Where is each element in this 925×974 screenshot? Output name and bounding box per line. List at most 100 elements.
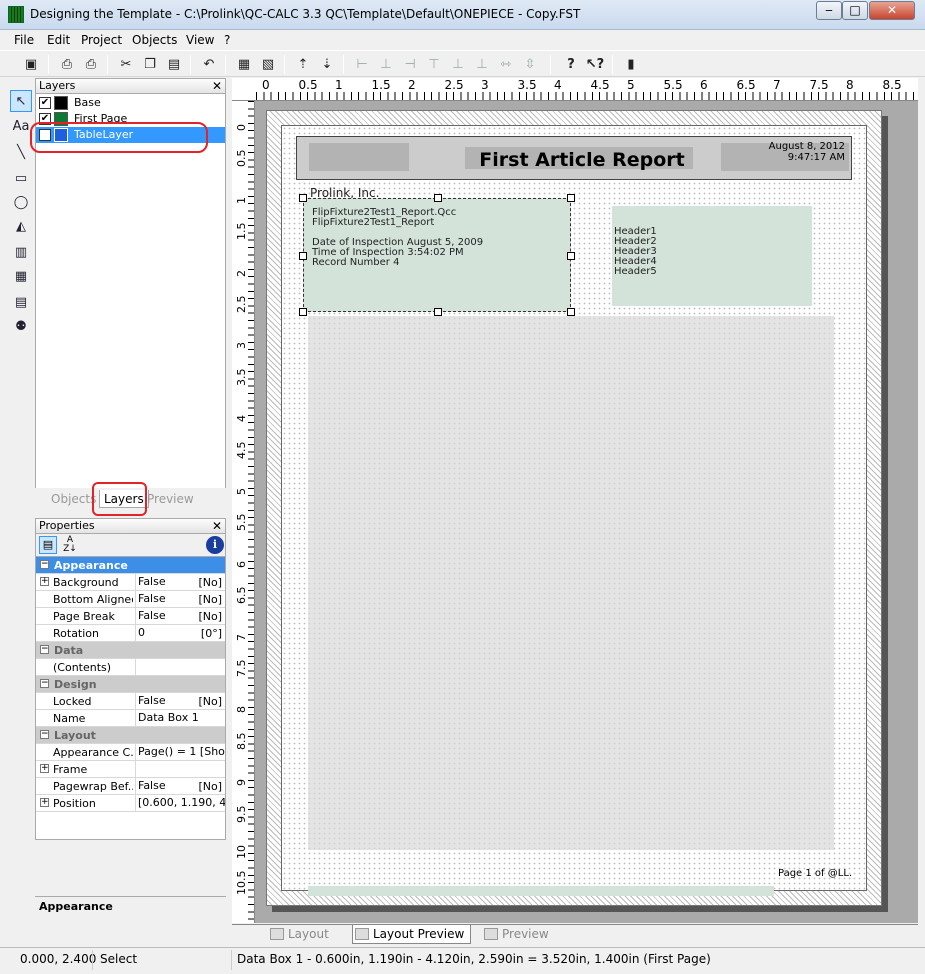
- form-control-tool-icon[interactable]: ⚉: [10, 316, 32, 338]
- barcode-tool-icon[interactable]: ▥: [10, 242, 32, 264]
- print-preview-icon[interactable]: ⎙: [80, 54, 102, 76]
- menu-objects[interactable]: Objects: [132, 33, 177, 47]
- property-row[interactable]: Locked False [No]: [36, 693, 225, 710]
- same-width-icon[interactable]: ⇿: [495, 54, 517, 76]
- resize-handle[interactable]: [567, 308, 575, 316]
- tab-preview-bottom[interactable]: Preview: [482, 925, 549, 944]
- expand-icon[interactable]: +: [40, 577, 49, 586]
- property-row[interactable]: Appearance C...Page() = 1 [Show]: [36, 744, 225, 761]
- maximize-button[interactable]: □: [842, 1, 868, 20]
- resize-handle[interactable]: [299, 308, 307, 316]
- help-icon[interactable]: ?: [560, 54, 582, 76]
- undo-icon[interactable]: ↶: [198, 54, 220, 76]
- tab-preview[interactable]: Preview: [143, 490, 198, 508]
- property-value[interactable]: Page() = 1 [Show]: [135, 744, 225, 760]
- minimize-button[interactable]: ‒: [816, 1, 842, 20]
- resize-handle[interactable]: [434, 308, 442, 316]
- page-footer[interactable]: Page 1 of @LL.: [778, 868, 852, 879]
- info-icon[interactable]: i: [206, 536, 224, 554]
- menu-file[interactable]: File: [14, 33, 34, 47]
- resize-handle[interactable]: [434, 194, 442, 202]
- context-help-icon[interactable]: ↖?: [584, 54, 606, 76]
- chart-tool-icon[interactable]: ◭: [10, 216, 32, 238]
- close-icon[interactable]: ✕: [212, 519, 222, 533]
- formatted-text-tool-icon[interactable]: ▤: [10, 292, 32, 314]
- save-icon[interactable]: ▣: [20, 54, 42, 76]
- collapse-icon[interactable]: −: [40, 730, 49, 739]
- property-row[interactable]: + Frame: [36, 761, 225, 778]
- tab-layout-preview[interactable]: Layout Preview: [352, 925, 472, 944]
- property-value[interactable]: [135, 761, 225, 777]
- design-canvas[interactable]: 0 0.5 1 1.5 2 2.5 3 3.5 4 4.5 5 5.5 6 6.5 7 7.5 8 8.5 in 0…: [232, 78, 918, 923]
- collapse-icon[interactable]: −: [40, 679, 49, 688]
- data-box[interactable]: FlipFixture2Test1_Report.Qcc FlipFixture…: [299, 194, 575, 316]
- resize-handle[interactable]: [299, 194, 307, 202]
- cut-icon[interactable]: ✂: [115, 54, 137, 76]
- property-row[interactable]: + Background False [No]: [36, 574, 225, 591]
- resize-handle[interactable]: [567, 194, 575, 202]
- property-row[interactable]: + Position [0.600, 1.190, 4...: [36, 795, 225, 812]
- property-row[interactable]: (Contents): [36, 659, 225, 676]
- property-row[interactable]: Bottom Aligned False [No]: [36, 591, 225, 608]
- tab-layout[interactable]: Layout: [268, 925, 329, 944]
- resize-handle[interactable]: [299, 252, 307, 260]
- menu-view[interactable]: View: [186, 33, 214, 47]
- print-icon[interactable]: ⎙: [56, 54, 78, 76]
- sort-alpha-icon[interactable]: A Z↓: [61, 536, 79, 554]
- property-category[interactable]: − Data: [36, 642, 225, 659]
- expand-icon[interactable]: +: [40, 764, 49, 773]
- expand-icon[interactable]: +: [40, 798, 49, 807]
- text-tool-icon[interactable]: Aa: [10, 116, 32, 138]
- exit-icon[interactable]: ▮: [620, 54, 642, 76]
- properties-icon[interactable]: ▦: [233, 54, 255, 76]
- close-button[interactable]: ✕: [869, 1, 915, 20]
- property-row[interactable]: Pagewrap Bef... False [No]: [36, 778, 225, 795]
- align-right-icon[interactable]: ⊣: [399, 54, 421, 76]
- align-center-icon[interactable]: ⊥: [375, 54, 397, 76]
- page-setup-icon[interactable]: ▧: [257, 54, 279, 76]
- menu-help[interactable]: ?: [224, 33, 230, 47]
- collapse-icon[interactable]: −: [40, 645, 49, 654]
- resize-handle[interactable]: [567, 252, 575, 260]
- property-category[interactable]: − Design: [36, 676, 225, 693]
- close-icon[interactable]: ✕: [212, 79, 222, 93]
- property-category[interactable]: − Appearance: [36, 557, 225, 574]
- menu-project[interactable]: Project: [81, 33, 122, 47]
- rectangle-tool-icon[interactable]: ▭: [10, 168, 32, 190]
- line-tool-icon[interactable]: ╲: [10, 142, 32, 164]
- same-height-icon[interactable]: ⇳: [519, 54, 541, 76]
- align-left-icon[interactable]: ⊢: [351, 54, 373, 76]
- status-coordinates: 0.000, 2.400: [20, 952, 97, 966]
- property-category[interactable]: − Layout: [36, 727, 225, 744]
- property-value[interactable]: [135, 659, 225, 675]
- ruler-label: 2.5: [235, 295, 248, 314]
- bring-front-icon[interactable]: ⇡: [292, 54, 314, 76]
- categorized-icon[interactable]: ▤: [39, 536, 57, 554]
- copy-icon[interactable]: ❐: [139, 54, 161, 76]
- properties-grid: − Appearance + Background False [No] Bottom Al…: [35, 556, 226, 840]
- table-tool-icon[interactable]: ▦: [10, 266, 32, 288]
- select-tool-icon[interactable]: ↖: [10, 90, 32, 112]
- layer-row-base[interactable]: ✔ Base: [36, 95, 225, 111]
- ruler-label: 6: [235, 560, 248, 568]
- property-row[interactable]: Rotation 0 [0°]: [36, 625, 225, 642]
- align-middle-icon[interactable]: ⊥: [447, 54, 469, 76]
- report-date: August 8, 2012: [768, 141, 845, 152]
- collapse-icon[interactable]: −: [40, 560, 49, 569]
- property-row[interactable]: Name Data Box 1: [36, 710, 225, 727]
- layers-list: ✔ Base ✔ First Page TableLayer: [35, 94, 226, 492]
- paste-icon[interactable]: ▤: [163, 54, 185, 76]
- align-bottom-icon[interactable]: ⊥: [471, 54, 493, 76]
- menu-edit[interactable]: Edit: [47, 33, 70, 47]
- ellipse-tool-icon[interactable]: ◯: [10, 192, 32, 214]
- property-value[interactable]: Data Box 1: [135, 710, 225, 726]
- vertical-ruler: 0 0.5 1 1.5 2 2.5 3 3.5 4 4.5 5 5.5 6 6.5 7 7.5 8 8.5 9 9.5…: [232, 101, 255, 923]
- report-header-box[interactable]: First Article Report August 8, 2012 9:47…: [296, 136, 852, 180]
- headers-box[interactable]: Header1 Header2 Header3 Header4 Header5: [612, 206, 812, 306]
- align-top-icon[interactable]: ⊤: [423, 54, 445, 76]
- property-value[interactable]: [0.600, 1.190, 4...: [135, 795, 225, 811]
- checkbox-icon[interactable]: ✔: [39, 97, 51, 109]
- send-back-icon[interactable]: ⇣: [316, 54, 338, 76]
- property-row[interactable]: Page Break False [No]: [36, 608, 225, 625]
- property-name: Position: [53, 797, 96, 810]
